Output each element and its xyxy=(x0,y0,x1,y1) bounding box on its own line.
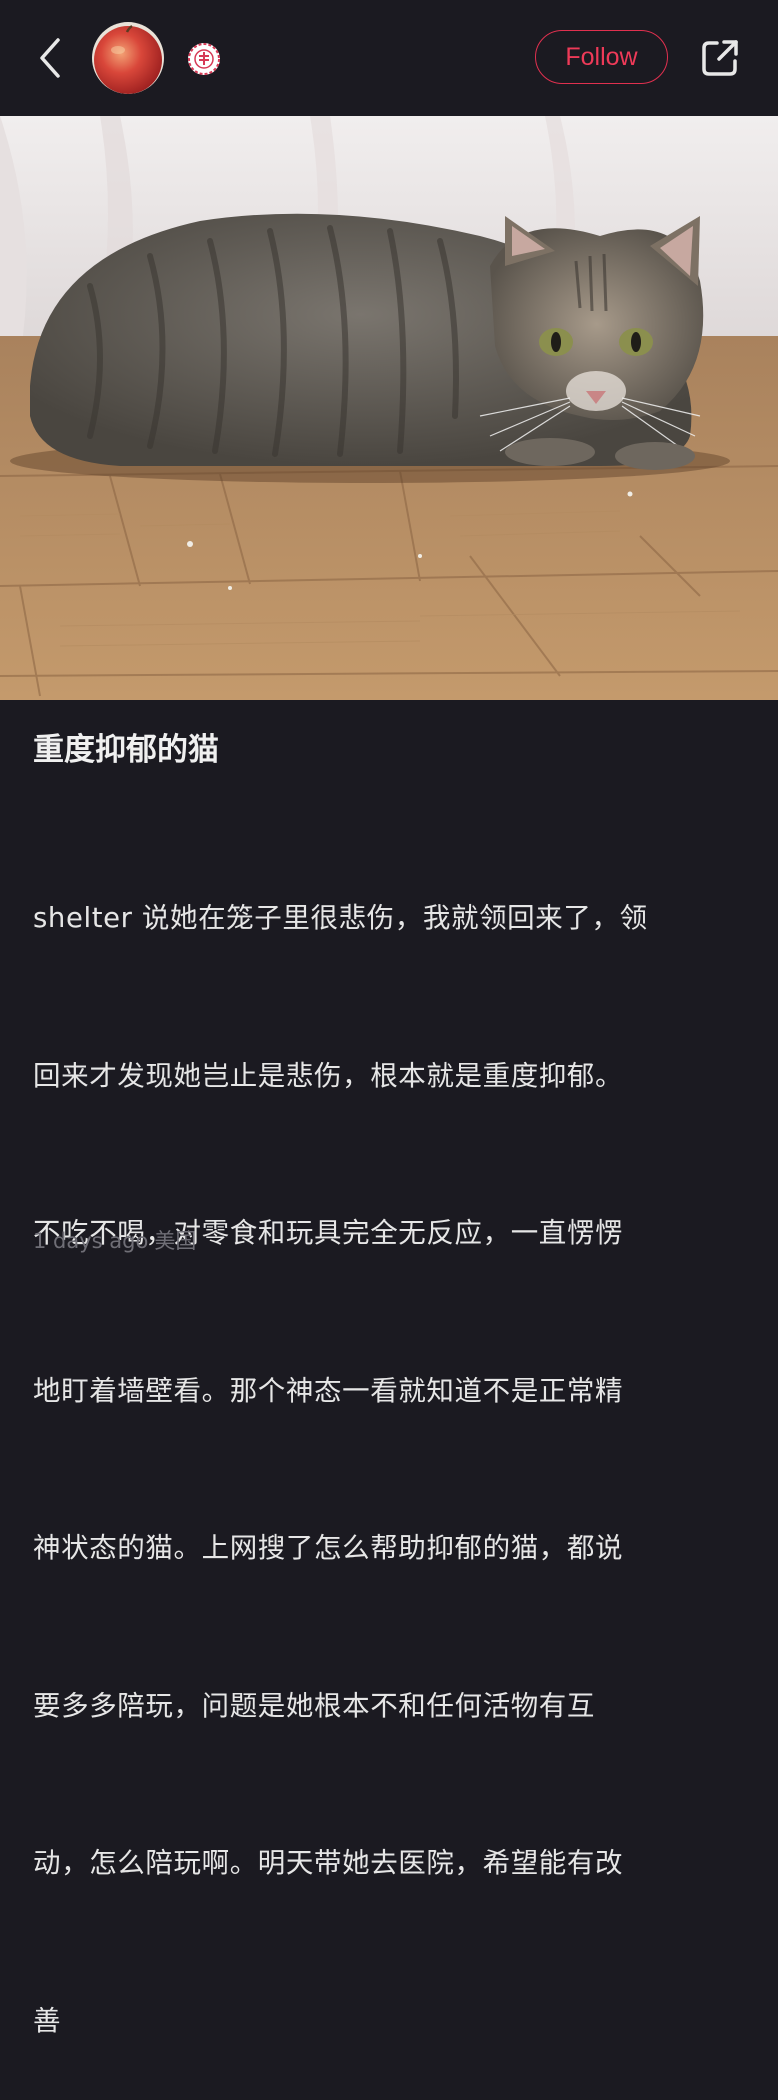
apple-avatar-icon xyxy=(92,22,164,94)
back-button[interactable] xyxy=(28,30,72,86)
post-title: 重度抑郁的猫 xyxy=(33,732,219,768)
post-body: shelter 说她在笼子里很悲伤，我就领回来了，领 回来才发现她岂止是悲伤，根… xyxy=(33,787,733,2100)
post-body-line: 要多多陪玩，问题是她根本不和任何活物有互 xyxy=(33,1689,595,1722)
post-body-line: 回来才发现她岂止是悲伤，根本就是重度抑郁。 xyxy=(33,1059,624,1092)
share-external-icon xyxy=(702,40,738,76)
post-body-line: shelter 说她在笼子里很悲伤，我就领回来了，领 xyxy=(33,902,648,934)
follow-label: Follow xyxy=(565,42,638,71)
post-photo[interactable] xyxy=(0,116,778,700)
top-bar: Follow xyxy=(0,0,778,116)
chevron-left-icon xyxy=(40,38,60,78)
post-body-line: 动，怎么陪玩啊。明天带她去医院，希望能有改 xyxy=(33,1847,624,1879)
post-meta: 1 days ago 美国 xyxy=(33,1226,202,1256)
post-body-line: 地盯着墙壁看。那个神态一看就知道不是正常精 xyxy=(33,1374,624,1407)
avatar[interactable] xyxy=(92,22,164,94)
share-button[interactable] xyxy=(696,34,744,82)
seal-badge-icon xyxy=(186,41,222,77)
post-time: 1 days ago xyxy=(33,1229,149,1253)
follow-button[interactable]: Follow xyxy=(535,30,668,84)
post-body-line: 善 xyxy=(33,2004,62,2037)
cat-photo-image xyxy=(0,116,778,700)
post-location: 美国 xyxy=(154,1229,197,1253)
post-body-line: 神状态的猫。上网搜了怎么帮助抑郁的猫，都说 xyxy=(33,1532,624,1564)
